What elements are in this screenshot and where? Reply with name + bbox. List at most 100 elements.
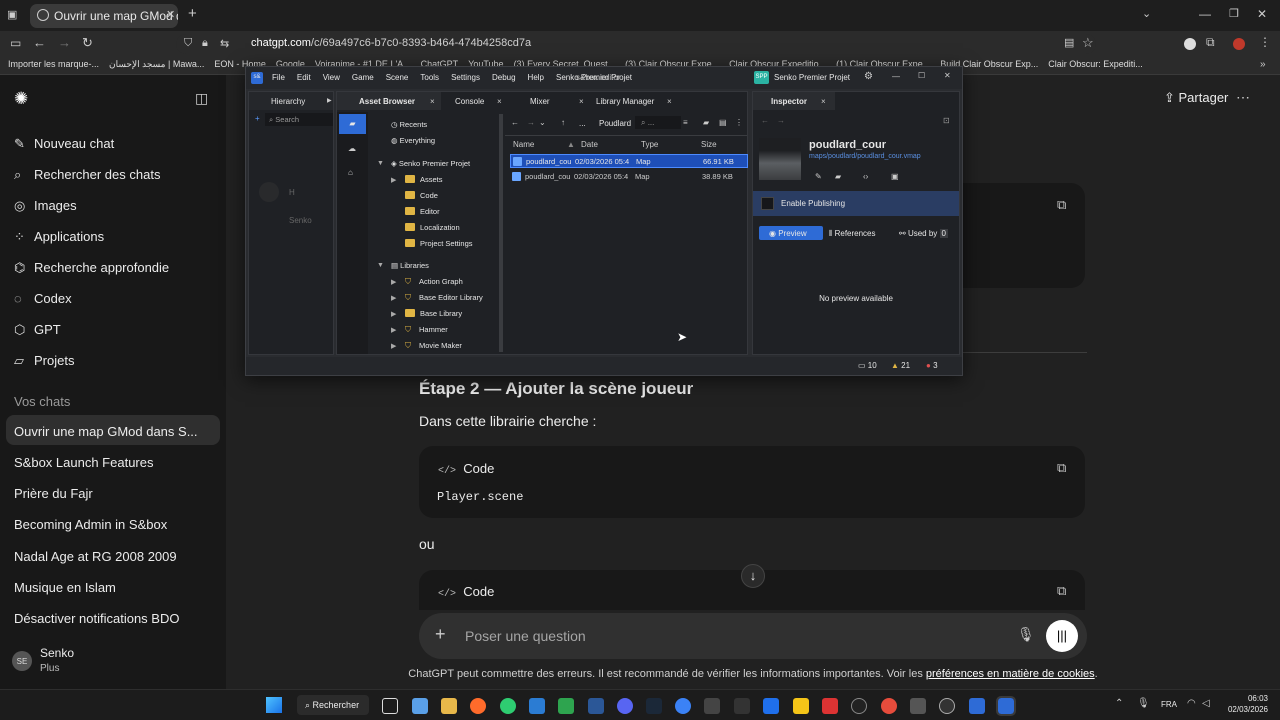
lock-icon[interactable]: ⊡ <box>943 116 950 125</box>
tab-asset-browser[interactable]: Asset Browser <box>337 92 441 110</box>
tree-folder[interactable]: Editor <box>405 207 440 216</box>
bookmark-star-icon[interactable]: ☆ <box>1082 35 1094 51</box>
user-name[interactable]: Senko <box>40 646 74 660</box>
menu-game[interactable]: Game <box>352 73 374 82</box>
task-view-icon[interactable] <box>382 698 398 714</box>
publishing-checkbox[interactable] <box>761 197 774 210</box>
reload-icon[interactable]: ↻ <box>82 35 93 51</box>
scroll-down-button[interactable]: ↓ <box>741 564 765 588</box>
tray-chevron-icon[interactable]: ⌃ <box>1115 698 1123 709</box>
sidebar-item-projects[interactable]: ▱ Projets <box>14 353 74 369</box>
expand-arrow-icon[interactable]: ▼ <box>377 262 384 269</box>
steam-icon[interactable] <box>646 698 662 714</box>
tree-everything[interactable]: ◍ Everything <box>391 136 435 145</box>
site-settings-icon[interactable]: ⇆ <box>220 37 229 50</box>
sbox-app-icon[interactable] <box>969 698 985 714</box>
extension-icon[interactable] <box>1184 38 1196 50</box>
collapse-arrow-icon[interactable]: ▶ <box>391 342 396 350</box>
tree-folder[interactable]: Localization <box>405 223 460 232</box>
firefox-icon[interactable] <box>470 698 486 714</box>
table-row[interactable]: poudlard_cou 02/03/2026 05:4 Map 66.91 K… <box>510 154 748 168</box>
app-icon[interactable] <box>881 698 897 714</box>
sort-arrow-icon[interactable]: ▲ <box>567 140 575 149</box>
collapse-arrow-icon[interactable]: ▶ <box>391 278 396 286</box>
tab-mixer[interactable]: Mixer <box>530 92 550 110</box>
tree-scrollbar[interactable] <box>499 114 503 352</box>
references-tab[interactable]: ⫴ References <box>829 229 876 239</box>
filter-icon[interactable]: ≡ <box>683 118 688 127</box>
copy-icon[interactable]: ⧉ <box>1057 583 1066 599</box>
minimize-icon[interactable]: — <box>1199 7 1211 21</box>
back-icon[interactable]: ← <box>33 35 46 50</box>
microphone-icon[interactable]: 🎙︎ <box>1137 698 1150 709</box>
app-icon[interactable] <box>851 698 867 714</box>
preview-tab[interactable]: ◉ Preview <box>759 226 823 240</box>
history-dropdown-icon[interactable]: ⌄ <box>539 118 546 127</box>
word-icon[interactable] <box>588 698 604 714</box>
tab-library-manager[interactable]: Library Manager <box>596 92 654 110</box>
discord-icon[interactable] <box>617 698 633 714</box>
close-sidebar-icon[interactable]: ◫ <box>195 90 208 107</box>
whatsapp-icon[interactable] <box>500 698 516 714</box>
app-icon[interactable] <box>822 698 838 714</box>
tree-libraries[interactable]: ▤ Libraries <box>391 261 429 270</box>
tree-folder[interactable]: Project Settings <box>405 239 473 248</box>
tab-actions-icon[interactable]: ▣ <box>7 8 17 21</box>
copy-icon[interactable]: ⧉ <box>1057 197 1066 213</box>
close-icon[interactable]: ✕ <box>944 71 951 80</box>
app-icon[interactable] <box>910 698 926 714</box>
lock-icon[interactable]: 🔒︎ <box>202 37 208 50</box>
windows-start-icon[interactable] <box>266 697 282 713</box>
close-tab-icon[interactable]: ✕ <box>166 8 175 21</box>
app-icon[interactable] <box>793 698 809 714</box>
library-icon[interactable]: ⌂ <box>348 168 353 177</box>
clock-time[interactable]: 06:03 <box>1228 694 1268 703</box>
address-bar[interactable]: ⛉ 🔒︎ ⇆ chatgpt.com/c/69a497c6-b7c0-8393-… <box>176 34 1096 54</box>
table-row[interactable]: poudlard_cou 02/03/2026 05:4 Map 38.89 K… <box>510 170 748 184</box>
menu-edit[interactable]: Edit <box>297 73 311 82</box>
settings-app-icon[interactable] <box>412 698 428 714</box>
minimize-icon[interactable]: — <box>892 72 900 81</box>
tab-arrow-icon[interactable]: ▶ <box>327 97 332 104</box>
chevron-down-icon[interactable]: ⌄ <box>1142 7 1151 20</box>
folder-icon[interactable]: ▰ <box>835 172 841 181</box>
menu-debug[interactable]: Debug <box>492 73 516 82</box>
tree-library[interactable]: ⛉ Hammer <box>405 325 448 334</box>
column-size[interactable]: Size <box>701 140 717 149</box>
chat-item[interactable]: Becoming Admin in S&box <box>14 517 167 532</box>
tab-hierarchy[interactable]: Hierarchy <box>249 92 333 110</box>
share-button[interactable]: ⇪ Partager <box>1164 90 1228 106</box>
chatgpt-logo-icon[interactable]: ✺ <box>14 89 28 109</box>
add-icon[interactable]: + <box>255 114 260 123</box>
sbox-app-icon[interactable] <box>996 696 1016 716</box>
forward-icon[interactable]: → <box>527 118 535 127</box>
save-icon[interactable]: ▣ <box>891 172 899 181</box>
more-options-icon[interactable]: ⋯ <box>1236 89 1250 106</box>
close-window-icon[interactable]: ✕ <box>1257 7 1267 21</box>
gear-icon[interactable]: ⚙ <box>864 71 873 82</box>
cookie-preferences-link[interactable]: préférences en matière de cookies <box>926 668 1095 680</box>
reader-mode-icon[interactable]: ▤ <box>1064 36 1074 49</box>
sidebar-item-gpt[interactable]: ⬡ GPT <box>14 322 61 338</box>
profile-icon[interactable] <box>1233 38 1245 50</box>
microphone-icon[interactable]: 🎙︎ <box>1017 626 1035 643</box>
collapse-arrow-icon[interactable]: ▶ <box>391 176 396 184</box>
taskbar-search[interactable]: ⌕ Rechercher <box>297 695 369 715</box>
menu-tools[interactable]: Tools <box>420 73 439 82</box>
cloud-icon[interactable]: ☁ <box>348 144 356 153</box>
bookmark-item[interactable]: Clair Obscur: Expediti... <box>1048 57 1143 69</box>
app-icon[interactable] <box>763 698 779 714</box>
back-icon[interactable]: ← <box>761 116 769 125</box>
used-by-tab[interactable]: ⚯ Used by 0 <box>899 229 948 238</box>
sidebar-item-search[interactable]: ⌕ Rechercher des chats <box>14 167 160 183</box>
pencil-icon[interactable]: ✎ <box>815 172 822 181</box>
browser-tab-active[interactable]: Ouvrir une map GMod dans S&b <box>30 4 178 28</box>
sidebar-item-images[interactable]: ◎ Images <box>14 198 77 214</box>
shield-icon[interactable]: ⛉ <box>184 37 192 50</box>
forward-icon[interactable]: → <box>58 35 71 50</box>
outlook-icon[interactable] <box>529 698 545 714</box>
more-options-icon[interactable]: ⋮ <box>735 118 743 127</box>
sidebar-item-deep-research[interactable]: ⌬ Recherche approfondie <box>14 260 169 276</box>
collapse-arrow-icon[interactable]: ▶ <box>391 310 396 318</box>
xbox-icon[interactable] <box>558 698 574 714</box>
